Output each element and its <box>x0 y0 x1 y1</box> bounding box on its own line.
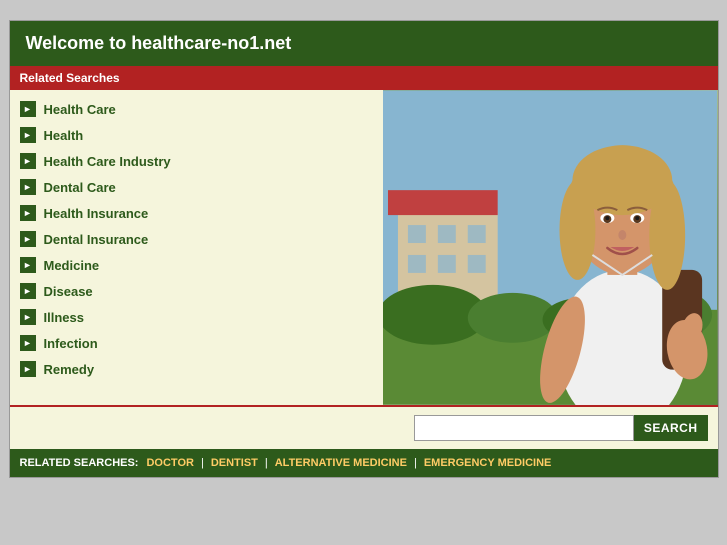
main-content: ► Health Care ► Health ► Health Care Ind… <box>10 90 718 405</box>
link-dental-insurance[interactable]: Dental Insurance <box>44 232 149 247</box>
bullet-icon: ► <box>20 231 36 247</box>
list-item[interactable]: ► Illness <box>10 304 384 330</box>
search-button[interactable]: SEARCH <box>634 415 708 441</box>
link-health[interactable]: Health <box>44 128 84 143</box>
list-item[interactable]: ► Health <box>10 122 384 148</box>
bottom-link-alternative-medicine[interactable]: ALTERNATIVE MEDICINE <box>275 457 407 469</box>
link-medicine[interactable]: Medicine <box>44 258 100 273</box>
separator: | <box>265 457 268 469</box>
bullet-icon: ► <box>20 153 36 169</box>
related-searches-label: Related Searches <box>20 71 120 85</box>
bullet-icon: ► <box>20 127 36 143</box>
link-dental-care[interactable]: Dental Care <box>44 180 116 195</box>
separator: | <box>201 457 204 469</box>
list-item[interactable]: ► Remedy <box>10 356 384 382</box>
left-panel: ► Health Care ► Health ► Health Care Ind… <box>10 90 384 405</box>
link-remedy[interactable]: Remedy <box>44 362 95 377</box>
bottom-link-dentist[interactable]: DENTIST <box>211 457 258 469</box>
search-bar-area: SEARCH <box>10 405 718 449</box>
bottom-related-label: RELATED SEARCHES: <box>20 457 139 469</box>
bottom-link-emergency-medicine[interactable]: EMERGENCY MEDICINE <box>424 457 552 469</box>
link-health-insurance[interactable]: Health Insurance <box>44 206 149 221</box>
list-item[interactable]: ► Disease <box>10 278 384 304</box>
link-health-care[interactable]: Health Care <box>44 102 116 117</box>
right-panel <box>383 90 717 405</box>
header-bar: Welcome to healthcare-no1.net <box>10 21 718 66</box>
link-infection[interactable]: Infection <box>44 336 98 351</box>
list-item[interactable]: ► Dental Care <box>10 174 384 200</box>
bottom-bar: RELATED SEARCHES: DOCTOR | DENTIST | ALT… <box>10 449 718 477</box>
list-item[interactable]: ► Health Insurance <box>10 200 384 226</box>
hero-image <box>383 90 717 405</box>
link-disease[interactable]: Disease <box>44 284 93 299</box>
bullet-icon: ► <box>20 335 36 351</box>
bullet-icon: ► <box>20 309 36 325</box>
list-item[interactable]: ► Health Care Industry <box>10 148 384 174</box>
link-illness[interactable]: Illness <box>44 310 84 325</box>
bottom-link-doctor[interactable]: DOCTOR <box>146 457 193 469</box>
separator: | <box>414 457 417 469</box>
bullet-icon: ► <box>20 257 36 273</box>
bullet-icon: ► <box>20 179 36 195</box>
list-item[interactable]: ► Health Care <box>10 96 384 122</box>
page-wrapper: Welcome to healthcare-no1.net Related Se… <box>9 20 719 478</box>
list-item[interactable]: ► Infection <box>10 330 384 356</box>
bullet-icon: ► <box>20 101 36 117</box>
list-item[interactable]: ► Medicine <box>10 252 384 278</box>
bullet-icon: ► <box>20 283 36 299</box>
bullet-icon: ► <box>20 205 36 221</box>
header-title: Welcome to healthcare-no1.net <box>26 33 292 53</box>
bullet-icon: ► <box>20 361 36 377</box>
list-item[interactable]: ► Dental Insurance <box>10 226 384 252</box>
search-input[interactable] <box>414 415 634 441</box>
related-searches-bar: Related Searches <box>10 66 718 90</box>
link-health-care-industry[interactable]: Health Care Industry <box>44 154 171 169</box>
